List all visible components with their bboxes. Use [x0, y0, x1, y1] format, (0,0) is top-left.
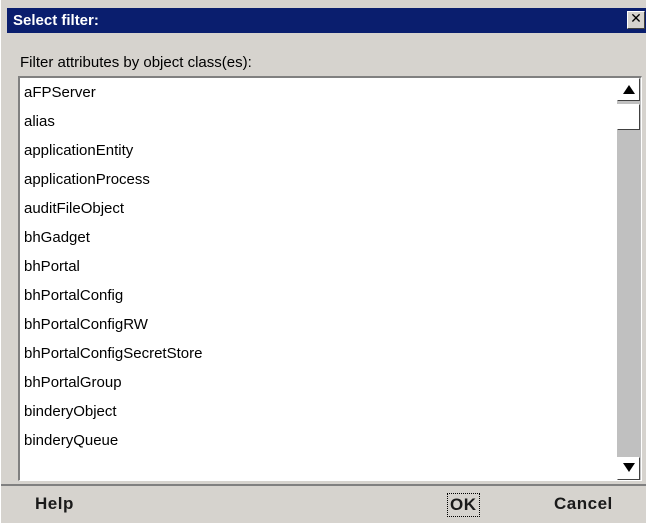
scroll-up-arrow-icon [623, 85, 635, 94]
list-item[interactable]: bhPortalConfigSecretStore [20, 339, 616, 368]
filter-label: Filter attributes by object class(es): [20, 54, 252, 71]
scroll-up-button[interactable] [617, 78, 640, 101]
list-item[interactable]: bhPortalConfig [20, 281, 616, 310]
list-item[interactable]: bhGadget [20, 223, 616, 252]
scroll-down-arrow-icon [623, 463, 635, 472]
object-class-list: aFPServer alias applicationEntity applicati… [20, 78, 616, 455]
dialog-title: Select filter: [13, 12, 99, 29]
list-item[interactable]: binderyObject [20, 397, 616, 426]
select-filter-dialog: Select filter: ✕ Filter attributes by ob… [0, 0, 646, 523]
object-class-listbox[interactable]: aFPServer alias applicationEntity applicati… [18, 76, 642, 481]
list-item[interactable]: alias [20, 107, 616, 136]
list-item[interactable]: binderyQueue [20, 426, 616, 455]
list-item[interactable]: bhPortalGroup [20, 368, 616, 397]
list-item[interactable]: bhPortal [20, 252, 616, 281]
list-item[interactable]: auditFileObject [20, 194, 616, 223]
list-item[interactable]: aFPServer [20, 78, 616, 107]
title-bar: Select filter: ✕ [7, 8, 646, 33]
help-button[interactable]: Help [35, 493, 74, 515]
list-item[interactable]: applicationProcess [20, 165, 616, 194]
list-item[interactable]: applicationEntity [20, 136, 616, 165]
list-item[interactable]: bhPortalConfigRW [20, 310, 616, 339]
vertical-scrollbar[interactable] [617, 78, 641, 480]
scroll-thumb[interactable] [617, 104, 640, 130]
button-bar: Help OK Cancel [1, 484, 646, 523]
ok-button[interactable]: OK [447, 493, 480, 517]
scroll-down-button[interactable] [617, 457, 640, 480]
close-button[interactable]: ✕ [627, 11, 645, 29]
cancel-button[interactable]: Cancel [554, 493, 613, 515]
close-icon: ✕ [630, 11, 642, 27]
